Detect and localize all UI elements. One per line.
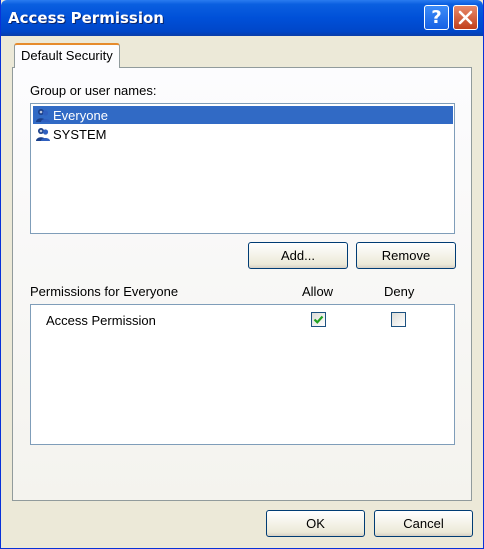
permissions-list: Access Permission (30, 304, 455, 445)
permissions-label: Permissions for Everyone (30, 284, 179, 299)
close-button[interactable] (453, 5, 478, 30)
question-mark-icon: ? (431, 7, 442, 28)
list-item-system[interactable]: SYSTEM (33, 125, 453, 143)
user-group-icon (36, 109, 50, 122)
list-item-everyone[interactable]: Everyone (33, 106, 453, 124)
remove-button[interactable]: Remove (356, 242, 456, 269)
title-bar[interactable]: Access Permission ? (1, 0, 483, 36)
help-button[interactable]: ? (424, 5, 449, 30)
ok-button[interactable]: OK (266, 510, 365, 537)
deny-checkbox[interactable] (391, 312, 406, 327)
allow-checkbox[interactable] (311, 312, 326, 327)
add-button[interactable]: Add... (248, 242, 348, 269)
tab-panel: Group or user names: Everyone SYSTEM Add… (12, 67, 472, 501)
deny-header: Deny (384, 284, 415, 299)
cancel-button[interactable]: Cancel (374, 510, 473, 537)
permission-name: Access Permission (46, 313, 156, 328)
window-title: Access Permission (8, 9, 164, 27)
group-names-label: Group or user names: (30, 83, 157, 98)
close-x-icon (458, 10, 473, 25)
list-item-label: Everyone (53, 107, 108, 123)
checkmark-icon (313, 315, 324, 324)
group-user-listbox[interactable]: Everyone SYSTEM (30, 103, 455, 234)
tab-label: Default Security (21, 48, 113, 63)
tab-default-security[interactable]: Default Security (14, 43, 120, 68)
list-item-label: SYSTEM (53, 126, 107, 142)
allow-header: Allow (302, 284, 334, 299)
access-permission-dialog: Access Permission ? Default Security Gro… (0, 0, 484, 549)
user-group-icon (36, 128, 50, 141)
